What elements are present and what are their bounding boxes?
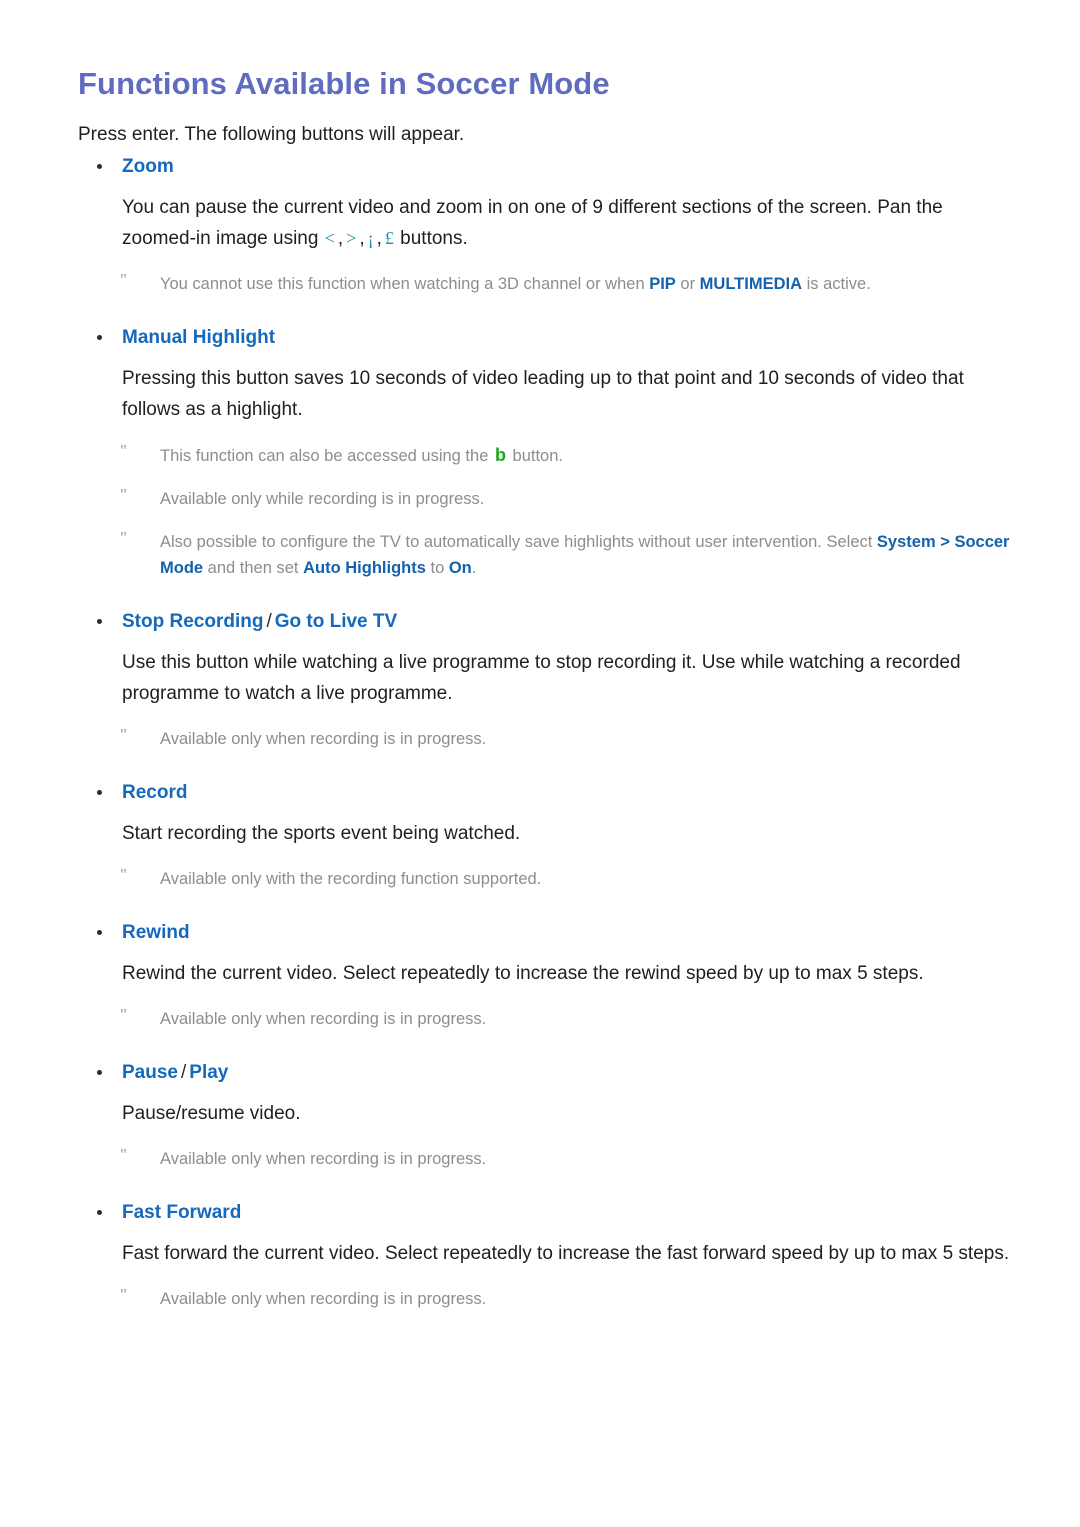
note-marker-icon: " — [120, 1285, 127, 1304]
label-separator: / — [180, 1062, 187, 1083]
section-label-primary[interactable]: Rewind — [122, 922, 190, 943]
menu-path-token: PIP — [649, 275, 676, 293]
section-label[interactable]: Record — [122, 781, 1080, 805]
note-row: " Available only when recording is in pro… — [0, 1005, 1080, 1032]
bullet-dot-icon — [97, 335, 102, 340]
menu-path-token: > — [935, 533, 955, 551]
menu-path-token: On — [448, 559, 472, 577]
note-marker-icon: " — [120, 441, 127, 460]
section-heading-row: Manual Highlight — [0, 326, 1080, 350]
help-page: Functions Available in Soccer Mode Press… — [0, 0, 1080, 1527]
note-row: " This function can also be accessed usin… — [0, 441, 1080, 469]
section-label-primary[interactable]: Manual Highlight — [122, 327, 275, 348]
note-marker-icon: " — [120, 270, 127, 289]
section-label[interactable]: Stop Recording / Go to Live TV — [122, 610, 1080, 634]
section-body-text: You can pause the current video and zoom… — [122, 197, 943, 249]
bullet-dot-icon — [97, 164, 102, 169]
section-heading-row: Stop Recording / Go to Live TV — [0, 610, 1080, 634]
sections-container: Zoom You can pause the current video and … — [0, 155, 1080, 1312]
section-label-primary[interactable]: Pause — [122, 1062, 178, 1083]
section-body-text: Fast forward the current video. Select r… — [122, 1243, 1010, 1264]
label-separator: / — [266, 611, 272, 632]
direction-button-icon: £ — [384, 228, 394, 248]
note-marker-icon: " — [120, 725, 127, 744]
section-body-text: Pressing this button saves 10 seconds of… — [122, 368, 964, 420]
section-label-secondary[interactable]: Play — [189, 1062, 228, 1083]
section-heading-row: Rewind — [0, 921, 1080, 945]
section-label[interactable]: Rewind — [122, 921, 1080, 945]
section-body-text: Start recording the sports event being w… — [122, 823, 521, 844]
note-row: " Available only when recording is in pro… — [0, 1285, 1080, 1312]
section-heading-row: Record — [0, 781, 1080, 805]
note-marker-icon: " — [120, 485, 127, 504]
section-heading-row: Zoom — [0, 155, 1080, 179]
direction-button-icon: ¡ — [367, 228, 374, 248]
section-label-primary[interactable]: Record — [122, 782, 187, 803]
bullet-dot-icon — [97, 1070, 102, 1075]
direction-button-icon: > — [346, 228, 357, 248]
glyph-comma: , — [376, 228, 382, 249]
section-body-text: Pause/resume video. — [122, 1103, 301, 1124]
section-label[interactable]: Zoom — [122, 155, 1080, 179]
note-marker-icon: " — [120, 1145, 127, 1164]
bullet-dot-icon — [97, 1210, 102, 1215]
intro-text: Press enter. The following buttons will … — [78, 124, 465, 145]
glyph-comma: , — [337, 228, 344, 249]
section-label[interactable]: Manual Highlight — [122, 326, 1080, 350]
section-label-primary[interactable]: Zoom — [122, 156, 174, 177]
note-row: " You cannot use this function when watch… — [0, 270, 1080, 297]
note-row: " Also possible to configure the TV to au… — [0, 528, 1080, 581]
menu-path-token: Auto Highlights — [303, 559, 426, 577]
section-label-primary[interactable]: Fast Forward — [122, 1202, 241, 1223]
section-label[interactable]: Fast Forward — [122, 1201, 1080, 1225]
note-row: " Available only when recording is in pro… — [0, 1145, 1080, 1172]
section-label[interactable]: Pause / Play — [122, 1061, 1080, 1085]
glyph-comma: , — [359, 228, 365, 249]
note-row: " Available only when recording is in pro… — [0, 725, 1080, 752]
note-row: " Available only while recording is in pr… — [0, 485, 1080, 512]
note-marker-icon: " — [120, 528, 127, 547]
page-title: Functions Available in Soccer Mode — [78, 66, 610, 101]
note-marker-icon: " — [120, 1005, 127, 1024]
menu-path-token: MULTIMEDIA — [699, 275, 803, 293]
direction-button-icon: < — [324, 228, 335, 248]
section-label-primary[interactable]: Stop Recording — [122, 611, 263, 632]
menu-path-token: System — [876, 533, 936, 551]
section-body-text: Use this button while watching a live pr… — [122, 652, 961, 704]
section-heading-row: Fast Forward — [0, 1201, 1080, 1225]
section-label-secondary[interactable]: Go to Live TV — [275, 611, 397, 632]
section-heading-row: Pause / Play — [0, 1061, 1080, 1085]
section-body-text: Rewind the current video. Select repeate… — [122, 963, 924, 984]
note-row: " Available only with the recording funct… — [0, 865, 1080, 892]
bullet-dot-icon — [97, 930, 102, 935]
note-marker-icon: " — [120, 865, 127, 884]
bullet-dot-icon — [97, 790, 102, 795]
bullet-dot-icon — [97, 619, 102, 624]
green-key-icon: b — [494, 445, 506, 465]
